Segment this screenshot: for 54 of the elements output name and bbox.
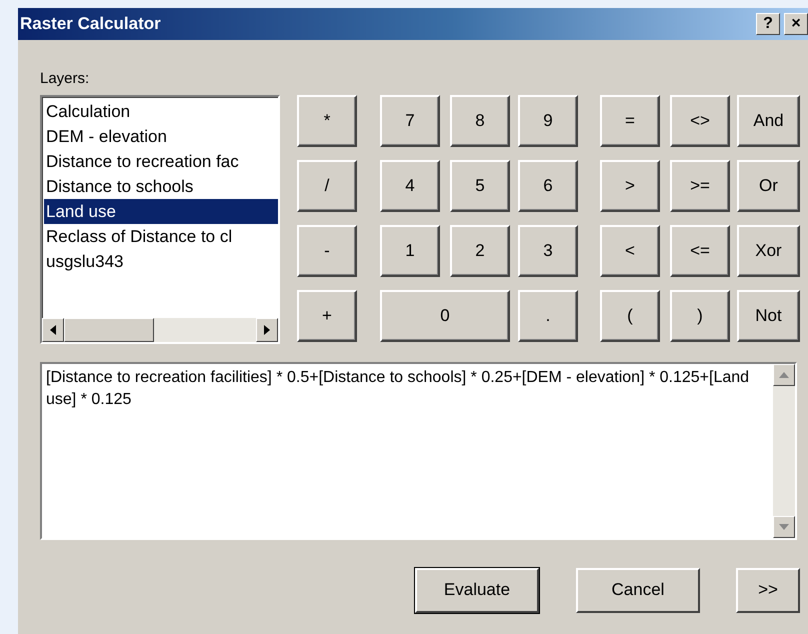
key-button[interactable]: . bbox=[518, 290, 578, 342]
key-button[interactable]: ) bbox=[670, 290, 730, 342]
layer-item[interactable]: Distance to schools bbox=[44, 174, 278, 198]
vertical-scrollbar[interactable] bbox=[773, 364, 795, 538]
key-button[interactable]: <= bbox=[670, 224, 730, 276]
key-button[interactable]: 9 bbox=[518, 94, 578, 146]
key-button[interactable]: > bbox=[600, 160, 660, 212]
up-arrow-icon bbox=[779, 372, 789, 378]
key-button[interactable]: / bbox=[297, 160, 357, 212]
scroll-thumb[interactable] bbox=[64, 318, 154, 342]
key-button[interactable]: 2 bbox=[450, 224, 510, 276]
help-button[interactable]: ? bbox=[756, 13, 780, 35]
key-button[interactable]: < bbox=[600, 224, 660, 276]
key-button[interactable]: = bbox=[600, 94, 660, 146]
key-button[interactable]: <> bbox=[670, 94, 730, 146]
key-button[interactable]: 1 bbox=[380, 224, 440, 276]
down-arrow-icon bbox=[779, 524, 789, 530]
key-button[interactable]: * bbox=[297, 94, 357, 146]
layer-item[interactable]: usgslu343 bbox=[44, 248, 278, 274]
key-button[interactable]: + bbox=[297, 290, 357, 342]
left-arrow-icon bbox=[50, 324, 56, 334]
scroll-down-button[interactable] bbox=[773, 516, 795, 538]
scroll-up-button[interactable] bbox=[773, 364, 795, 386]
expression-text: [Distance to recreation facilities] * 0.5+[Distance to schools] * 0.25+[DEM - elevation] * 0.125+[Land use] * 0.125 bbox=[45, 368, 750, 410]
key-button[interactable]: Xor bbox=[737, 224, 800, 276]
layer-item[interactable]: Land use bbox=[44, 198, 278, 224]
dialog-button[interactable]: >> bbox=[736, 568, 800, 612]
key-button[interactable]: Not bbox=[737, 290, 800, 342]
key-button[interactable]: >= bbox=[670, 160, 730, 212]
key-button[interactable]: And bbox=[737, 94, 800, 146]
scroll-right-button[interactable] bbox=[256, 318, 278, 342]
right-arrow-icon bbox=[264, 324, 270, 334]
scroll-left-button[interactable] bbox=[42, 318, 64, 342]
key-button[interactable]: 0 bbox=[380, 290, 510, 342]
key-button[interactable]: 4 bbox=[380, 160, 440, 212]
dialog-button[interactable]: Evaluate bbox=[415, 568, 539, 612]
layers-label: Layers: bbox=[40, 69, 90, 89]
key-button[interactable]: ( bbox=[600, 290, 660, 342]
dialog-button[interactable]: Cancel bbox=[576, 568, 700, 612]
window-title: Raster Calculator bbox=[20, 13, 161, 36]
key-button[interactable]: 3 bbox=[518, 224, 578, 276]
layer-item[interactable]: Distance to recreation fac bbox=[44, 148, 278, 174]
key-button[interactable]: 5 bbox=[450, 160, 510, 212]
key-button[interactable]: - bbox=[297, 224, 357, 276]
horizontal-scrollbar[interactable] bbox=[42, 318, 278, 342]
key-button[interactable]: Or bbox=[737, 160, 800, 212]
layer-item[interactable]: Calculation bbox=[44, 98, 278, 124]
key-button[interactable]: 7 bbox=[380, 94, 440, 146]
close-button[interactable]: × bbox=[784, 13, 808, 35]
expression-field[interactable]: [Distance to recreation facilities] * 0.5+[Distance to schools] * 0.25+[DEM - elevation] * 0.125+[Land use] * 0.125 bbox=[40, 362, 797, 540]
layer-item[interactable]: DEM - elevation bbox=[44, 124, 278, 148]
key-button[interactable]: 6 bbox=[518, 160, 578, 212]
key-button[interactable]: 8 bbox=[450, 94, 510, 146]
layer-item[interactable]: Reclass of Distance to cl bbox=[44, 224, 278, 248]
